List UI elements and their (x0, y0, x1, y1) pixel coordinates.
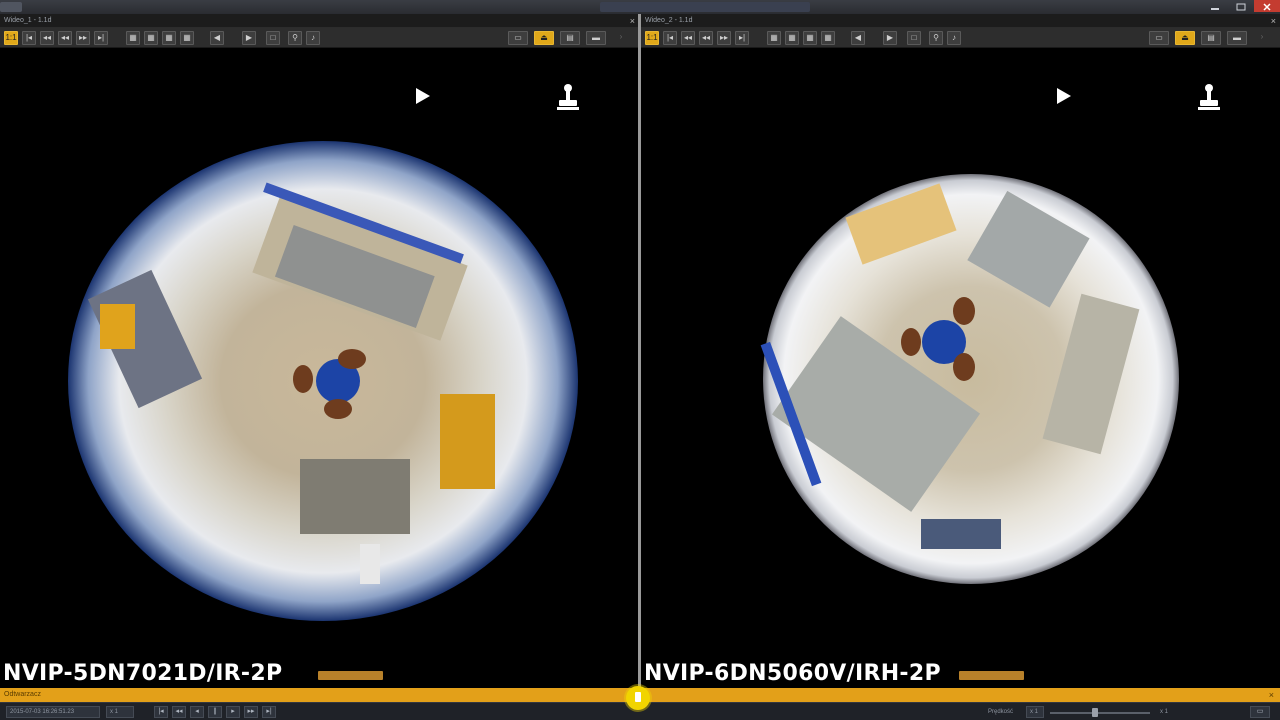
tool-icon[interactable]: ⚲ (929, 31, 943, 45)
fisheye-image-1 (68, 141, 578, 621)
speed-box[interactable]: x 1 (106, 706, 134, 718)
step-forward-icon[interactable]: ▸| (94, 31, 108, 45)
rewind-icon[interactable]: ◂◂ (699, 31, 713, 45)
reverse-play-icon[interactable]: ◂ (190, 706, 204, 718)
close-icon[interactable]: × (630, 14, 635, 28)
grid-icon[interactable]: ▦ (162, 31, 176, 45)
grid-icon[interactable]: ▦ (126, 31, 140, 45)
grid-icon[interactable]: ▦ (821, 31, 835, 45)
layout-1x1-icon[interactable]: 1:1 (645, 31, 659, 45)
pause-icon[interactable]: ∥ (208, 706, 222, 718)
skip-start-icon[interactable]: |◂ (154, 706, 168, 718)
play-icon[interactable] (1057, 88, 1071, 104)
rewind-icon[interactable]: ◂◂ (58, 31, 72, 45)
step-back-icon[interactable]: |◂ (22, 31, 36, 45)
fullscreen-icon[interactable]: ▭ (508, 31, 528, 45)
grid-icon[interactable]: ▦ (180, 31, 194, 45)
chevron-right-icon[interactable]: › (1255, 31, 1269, 45)
pane-title-bar: Wideo_2 - 1.1d × (641, 14, 1280, 28)
video-pane-2: Wideo_2 - 1.1d × 1:1 |◂ ◂◂ ◂◂ ▸▸ ▸| ▦ ▦ … (641, 14, 1280, 688)
toggle-icon[interactable]: ▬ (1227, 31, 1247, 45)
signal-bar (959, 671, 1024, 680)
close-icon[interactable] (1254, 0, 1280, 12)
speed-slider-thumb[interactable] (1092, 708, 1098, 717)
speaker-icon[interactable]: ♪ (306, 31, 320, 45)
joystick-icon[interactable] (1197, 83, 1221, 111)
panel-icon[interactable]: ▤ (1201, 31, 1221, 45)
panel-icon[interactable]: ▤ (560, 31, 580, 45)
speed-value: x 1 (1160, 709, 1169, 715)
expand-icon[interactable]: ▭ (1250, 706, 1270, 718)
joystick-icon[interactable]: ⏏ (534, 31, 554, 45)
grid-icon[interactable]: ▦ (803, 31, 817, 45)
speaker-icon[interactable]: ♪ (947, 31, 961, 45)
player-app: Wideo_1 - 1.1d × 1:1 |◂ ◂◂ ◂◂ ▸▸ ▸| ▦ ▦ … (0, 0, 1280, 720)
pane-toolbar: 1:1 |◂ ◂◂ ◂◂ ▸▸ ▸| ▦ ▦ ▦ ▦ ◀ ▶ □ ⚲ ♪ ▭ ⏏… (0, 28, 639, 48)
fullscreen-icon[interactable]: ▭ (1149, 31, 1169, 45)
toggle-icon[interactable]: ▬ (586, 31, 606, 45)
layout-1x1-icon[interactable]: 1:1 (4, 31, 18, 45)
fisheye-image-2 (760, 174, 1179, 584)
audio-right-icon[interactable]: ▶ (883, 31, 897, 45)
step-back-icon[interactable]: ◂◂ (40, 31, 54, 45)
timeline-cursor-handle[interactable] (626, 686, 650, 710)
snapshot-icon[interactable]: □ (907, 31, 921, 45)
fast-forward-icon[interactable]: ▸▸ (717, 31, 731, 45)
pane-title: Wideo_2 - 1.1d (645, 17, 693, 24)
chevron-right-icon[interactable]: › (614, 31, 628, 45)
step-back-icon[interactable]: ◂◂ (172, 706, 186, 718)
close-icon[interactable]: × (1271, 14, 1276, 28)
pane-toolbar: 1:1 |◂ ◂◂ ◂◂ ▸▸ ▸| ▦ ▦ ▦ ▦ ◀ ▶ □ ⚲ ♪ ▭ ⏏… (641, 28, 1280, 48)
camera-label: NVIP-6DN5060V/IRH-2P (644, 661, 941, 686)
fisheye-video-1[interactable]: NVIP-5DN7021D/IR-2P (0, 49, 639, 688)
minimize-icon[interactable] (1202, 0, 1228, 12)
skip-end-icon[interactable]: ▸| (262, 706, 276, 718)
speed-slider-track[interactable] (1050, 712, 1150, 714)
pane-title-bar: Wideo_1 - 1.1d × (0, 14, 639, 28)
step-back-icon[interactable]: |◂ (663, 31, 677, 45)
close-icon[interactable]: × (1269, 688, 1274, 702)
datetime-field[interactable]: 2015-07-03 16:26:51.23 (6, 706, 100, 718)
fast-forward-icon[interactable]: ▸▸ (76, 31, 90, 45)
maximize-icon[interactable] (1228, 0, 1254, 12)
app-title-area (600, 2, 810, 12)
video-pane-1: Wideo_1 - 1.1d × 1:1 |◂ ◂◂ ◂◂ ▸▸ ▸| ▦ ▦ … (0, 14, 639, 688)
step-forward-icon[interactable]: ▸| (735, 31, 749, 45)
joystick-icon[interactable]: ⏏ (1175, 31, 1195, 45)
step-forward-icon[interactable]: ▸▸ (244, 706, 258, 718)
play-icon[interactable]: ▸ (226, 706, 240, 718)
window-topbar (0, 0, 1280, 14)
speed-min-box: x 1 (1026, 706, 1044, 718)
grid-icon[interactable]: ▦ (767, 31, 781, 45)
tool-icon[interactable]: ⚲ (288, 31, 302, 45)
play-icon[interactable] (416, 88, 430, 104)
audio-right-icon[interactable]: ▶ (242, 31, 256, 45)
grid-icon[interactable]: ▦ (785, 31, 799, 45)
speed-label: Prędkość (988, 709, 1014, 715)
joystick-icon[interactable] (556, 83, 580, 111)
player-label: Odtwarzacz (4, 691, 41, 698)
audio-left-icon[interactable]: ◀ (210, 31, 224, 45)
step-back-icon[interactable]: ◂◂ (681, 31, 695, 45)
audio-left-icon[interactable]: ◀ (851, 31, 865, 45)
camera-label: NVIP-5DN7021D/IR-2P (3, 661, 283, 686)
signal-bar (318, 671, 383, 680)
grid-icon[interactable]: ▦ (144, 31, 158, 45)
pane-title: Wideo_1 - 1.1d (4, 17, 52, 24)
snapshot-icon[interactable]: □ (266, 31, 280, 45)
app-tab[interactable] (0, 2, 22, 12)
fisheye-video-2[interactable]: NVIP-6DN5060V/IRH-2P (641, 49, 1280, 688)
